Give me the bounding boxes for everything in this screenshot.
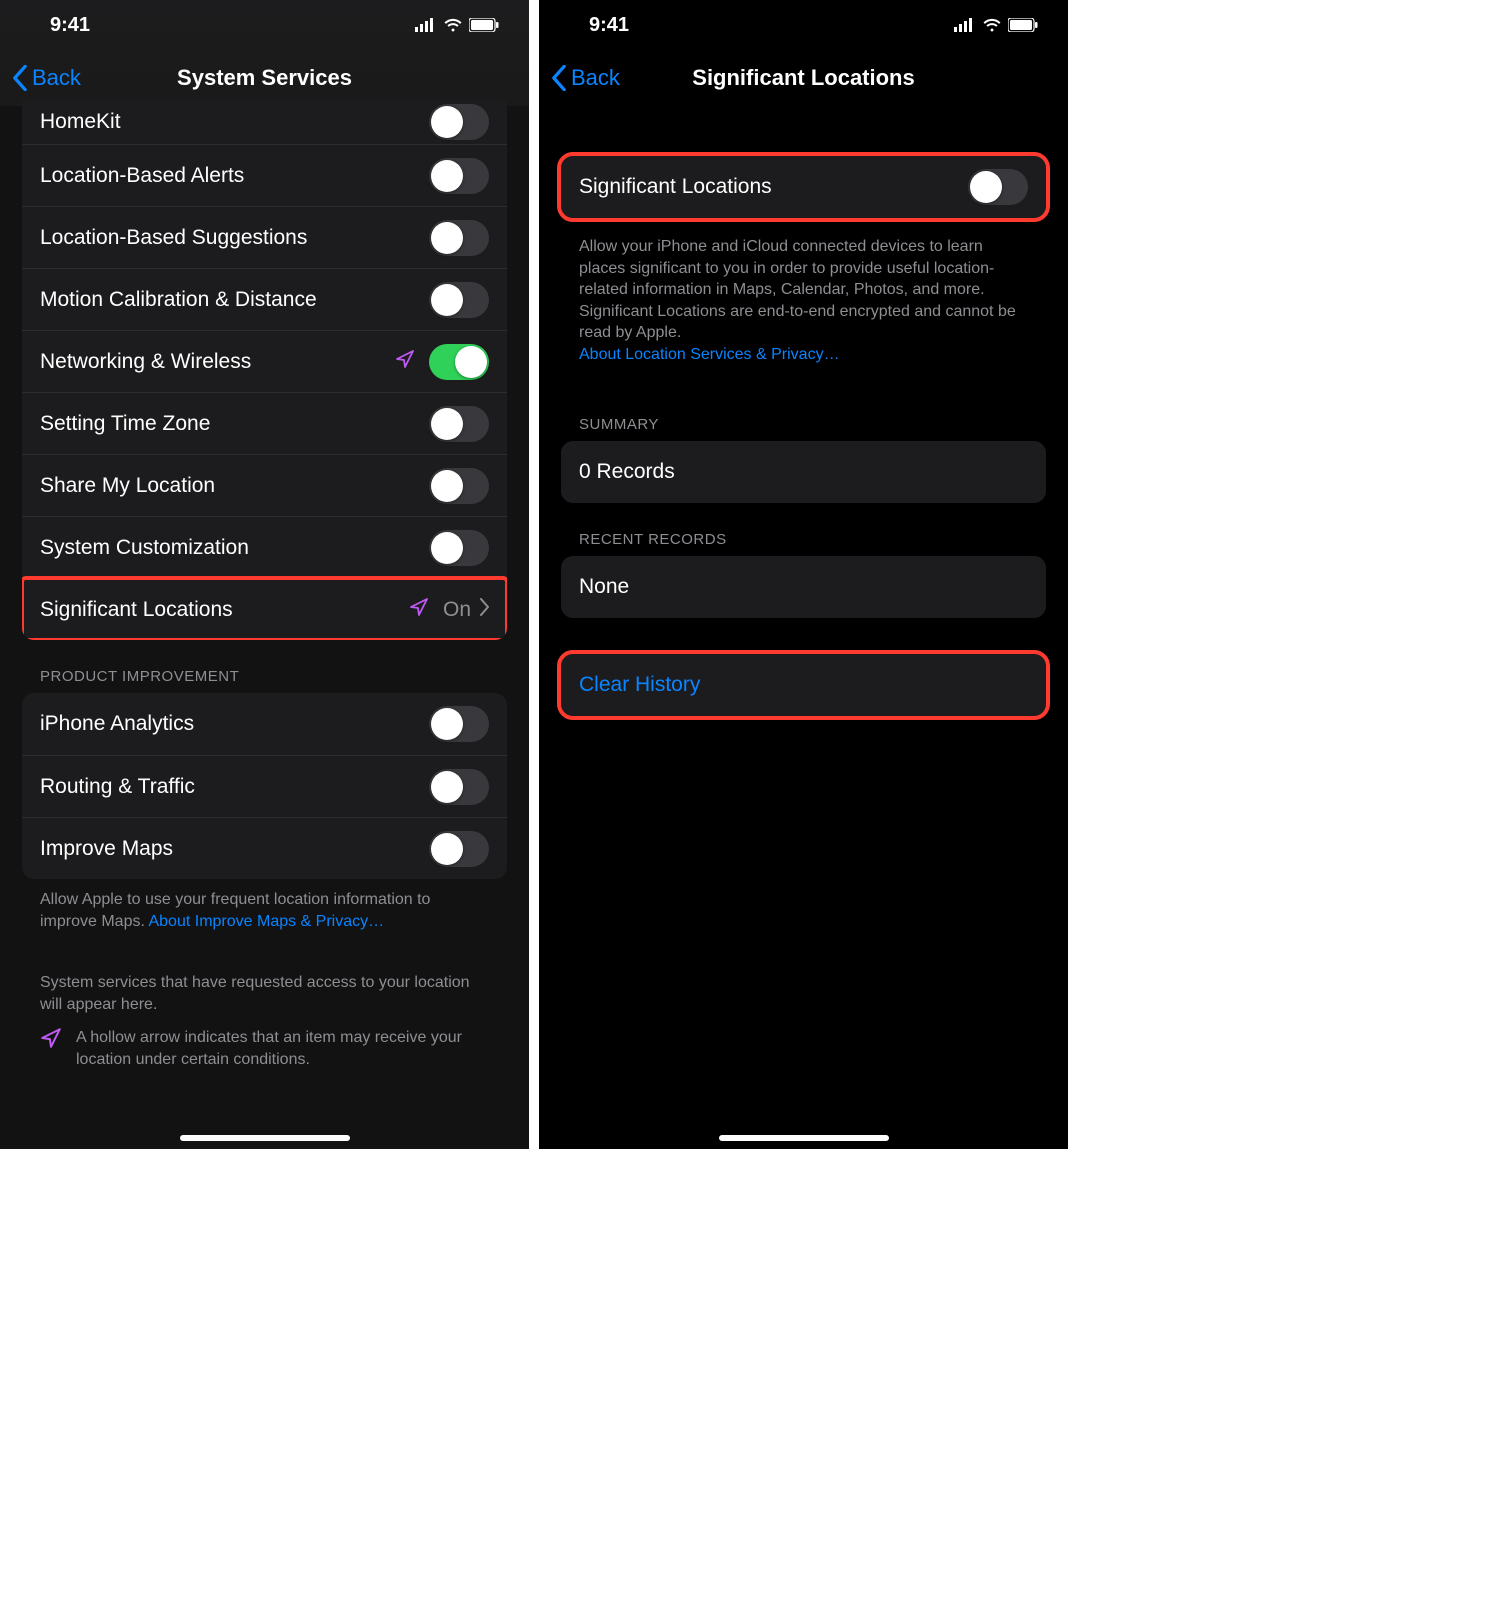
summary-group: 0 Records: [561, 441, 1046, 503]
chevron-right-icon: [479, 598, 489, 621]
toggle[interactable]: [429, 282, 489, 318]
row-homekit[interactable]: HomeKit: [22, 100, 507, 144]
row-label: Networking & Wireless: [40, 350, 395, 374]
toggle[interactable]: [429, 468, 489, 504]
status-bar: 9:41: [539, 0, 1068, 50]
row-networking-wireless[interactable]: Networking & Wireless: [22, 330, 507, 392]
row-significant-locations-toggle[interactable]: Significant Locations: [561, 156, 1046, 218]
status-right: [954, 18, 1038, 32]
footer-improve-maps: Allow Apple to use your frequent locatio…: [22, 879, 507, 932]
chevron-left-icon: [551, 65, 567, 91]
row-summary: 0 Records: [561, 441, 1046, 503]
wifi-icon: [443, 18, 463, 32]
battery-icon: [469, 18, 499, 32]
row-label: Routing & Traffic: [40, 775, 429, 799]
home-indicator[interactable]: [719, 1135, 889, 1141]
row-iphone-analytics[interactable]: iPhone Analytics: [22, 693, 507, 755]
summary-value: 0 Records: [579, 460, 1028, 484]
recent-records-group: None: [561, 556, 1046, 618]
back-button[interactable]: Back: [12, 65, 81, 91]
system-services-group: HomeKit Location-Based Alerts Location-B…: [22, 100, 507, 640]
cellular-icon: [415, 18, 437, 32]
toggle[interactable]: [429, 220, 489, 256]
significant-locations-toggle-group: Significant Locations: [561, 156, 1046, 218]
section-header-summary: SUMMARY: [561, 366, 1046, 441]
status-bar: 9:41: [0, 0, 529, 50]
about-location-services-link[interactable]: About Location Services & Privacy…: [579, 346, 840, 363]
toggle[interactable]: [429, 706, 489, 742]
toggle[interactable]: [429, 104, 489, 140]
back-button[interactable]: Back: [551, 65, 620, 91]
product-improvement-group: iPhone Analytics Routing & Traffic Impro…: [22, 693, 507, 879]
row-share-my-location[interactable]: Share My Location: [22, 454, 507, 516]
toggle[interactable]: [429, 530, 489, 566]
back-label: Back: [32, 65, 81, 91]
row-label: HomeKit: [40, 110, 429, 134]
row-setting-time-zone[interactable]: Setting Time Zone: [22, 392, 507, 454]
row-label: Location-Based Suggestions: [40, 226, 429, 250]
clear-history-group: Clear History: [561, 654, 1046, 716]
nav-bar: Back System Services: [0, 50, 529, 106]
section-header-recent-records: RECENT RECORDS: [561, 503, 1046, 556]
location-arrow-icon: [395, 349, 415, 374]
phone-left: 9:41 Back System Services HomeKit Locati…: [0, 0, 529, 1149]
header-area: 9:41 Back System Services: [0, 0, 529, 106]
row-label: Improve Maps: [40, 837, 429, 861]
row-label: Location-Based Alerts: [40, 164, 429, 188]
battery-icon: [1008, 18, 1038, 32]
about-improve-maps-link[interactable]: About Improve Maps & Privacy…: [148, 913, 384, 930]
row-value: On: [443, 598, 471, 622]
row-motion-calibration[interactable]: Motion Calibration & Distance: [22, 268, 507, 330]
status-time: 9:41: [589, 14, 629, 37]
row-improve-maps[interactable]: Improve Maps: [22, 817, 507, 879]
row-clear-history[interactable]: Clear History: [561, 654, 1046, 716]
legend-text: A hollow arrow indicates that an item ma…: [76, 1027, 489, 1070]
row-label: iPhone Analytics: [40, 712, 429, 736]
phone-right: 9:41 Back Significant Locations Signific…: [539, 0, 1068, 1149]
toggle[interactable]: [429, 158, 489, 194]
toggle[interactable]: [968, 169, 1028, 205]
row-label: Significant Locations: [579, 175, 968, 199]
recent-value: None: [579, 575, 1028, 599]
chevron-left-icon: [12, 65, 28, 91]
row-location-alerts[interactable]: Location-Based Alerts: [22, 144, 507, 206]
row-label: Setting Time Zone: [40, 412, 429, 436]
row-label: System Customization: [40, 536, 429, 560]
home-indicator[interactable]: [180, 1135, 350, 1141]
row-label: Significant Locations: [40, 598, 409, 622]
clear-history-label: Clear History: [579, 673, 700, 697]
row-routing-traffic[interactable]: Routing & Traffic: [22, 755, 507, 817]
toggle[interactable]: [429, 769, 489, 805]
cellular-icon: [954, 18, 976, 32]
status-time: 9:41: [50, 14, 90, 37]
footer-requested-access: System services that have requested acce…: [22, 932, 507, 1015]
legend-row: A hollow arrow indicates that an item ma…: [22, 1015, 507, 1070]
description-text: Allow your iPhone and iCloud connected d…: [579, 238, 1016, 341]
row-significant-locations[interactable]: Significant Locations On: [22, 578, 507, 640]
back-label: Back: [571, 65, 620, 91]
section-header-product-improvement: PRODUCT IMPROVEMENT: [22, 640, 507, 693]
toggle[interactable]: [429, 344, 489, 380]
wifi-icon: [982, 18, 1002, 32]
location-arrow-icon: [409, 597, 429, 622]
toggle[interactable]: [429, 831, 489, 867]
row-system-customization[interactable]: System Customization: [22, 516, 507, 578]
status-right: [415, 18, 499, 32]
row-label: Motion Calibration & Distance: [40, 288, 429, 312]
description: Allow your iPhone and iCloud connected d…: [561, 218, 1046, 366]
row-label: Share My Location: [40, 474, 429, 498]
toggle[interactable]: [429, 406, 489, 442]
row-recent-records: None: [561, 556, 1046, 618]
location-arrow-hollow-icon: [40, 1027, 62, 1054]
row-location-suggestions[interactable]: Location-Based Suggestions: [22, 206, 507, 268]
nav-bar: Back Significant Locations: [539, 50, 1068, 106]
